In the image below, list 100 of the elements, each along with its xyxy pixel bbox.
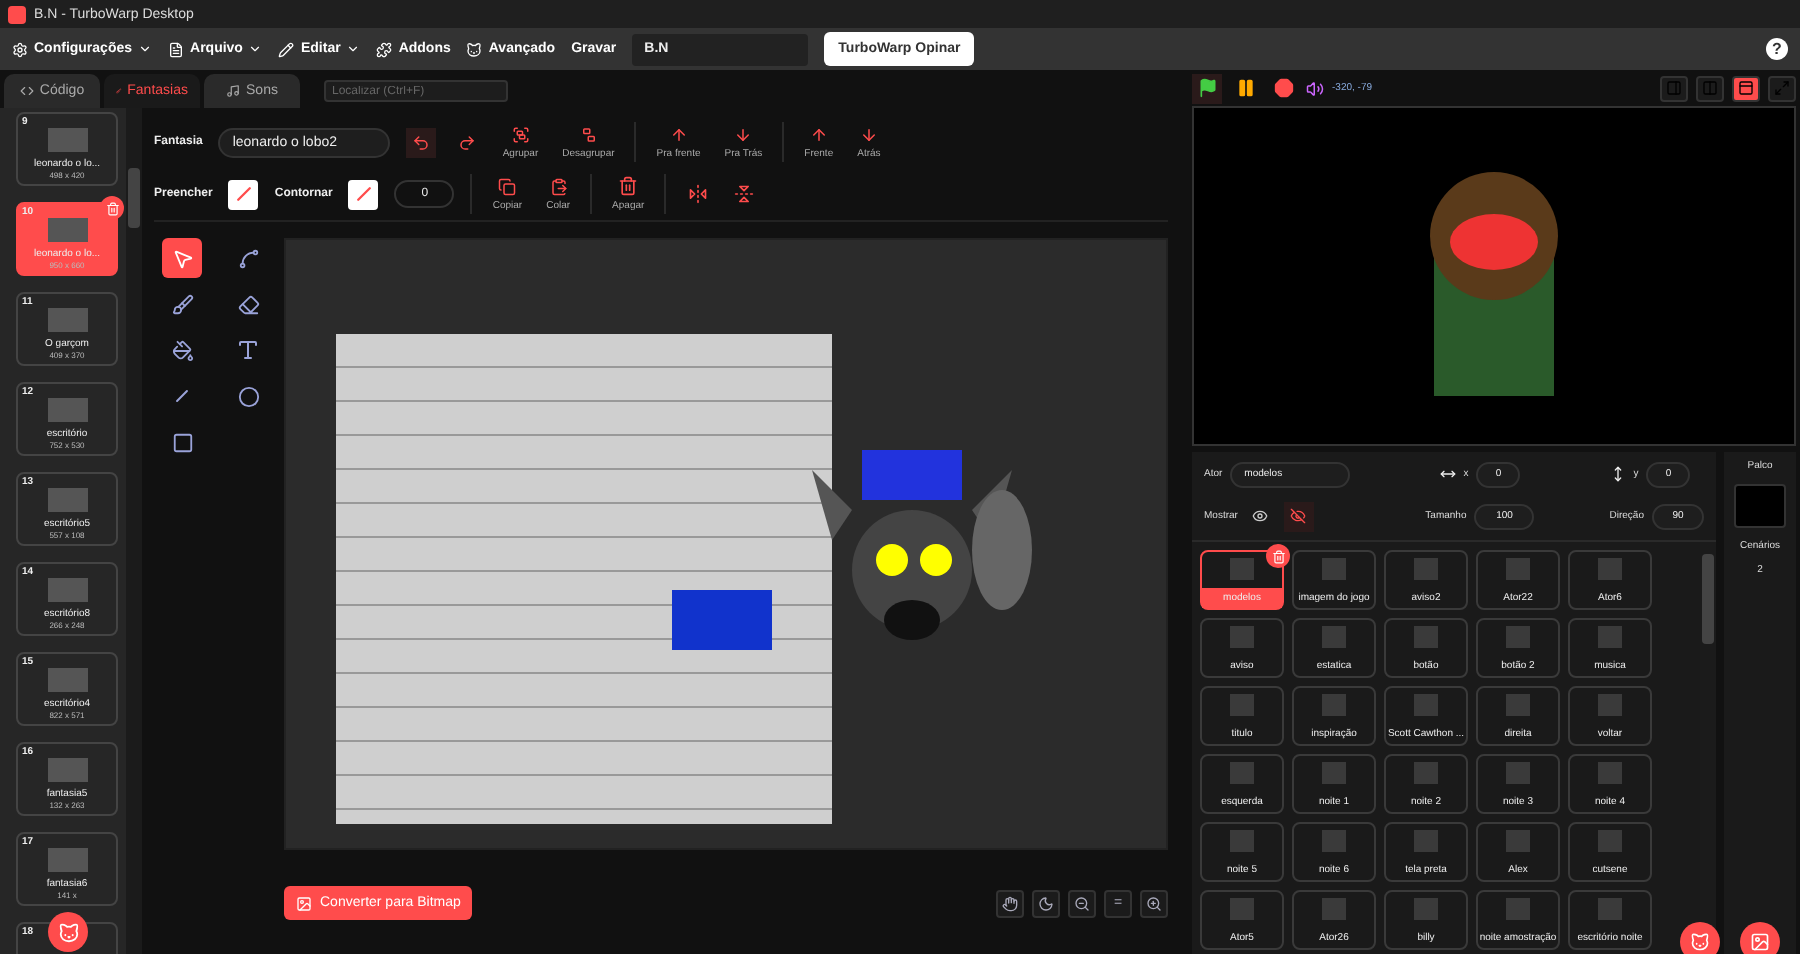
arrow-down-icon [859, 125, 878, 143]
puzzle-icon [376, 41, 393, 57]
vertical-arrow-icon [1609, 466, 1626, 482]
image-icon [296, 895, 312, 911]
arrow-up-icon [669, 125, 688, 143]
sprite-thumbnail [1230, 626, 1254, 648]
costume-thumbnail [47, 578, 87, 602]
hide-button[interactable] [1283, 501, 1314, 531]
arrow-pointer-icon [171, 247, 193, 269]
horizontal-arrow-icon [1439, 466, 1456, 482]
brush-icon [171, 293, 193, 315]
caret-icon [248, 42, 263, 56]
sprite-thumbnail [1414, 762, 1438, 784]
cat-icon [466, 41, 483, 57]
stage-layout-button[interactable] [1732, 75, 1760, 101]
speaker-icon[interactable] [1306, 79, 1324, 97]
sprite-thumbnail [1322, 626, 1346, 648]
arrow-up-icon [809, 125, 828, 143]
caret-icon [346, 42, 361, 56]
sprite-thumbnail [1414, 830, 1438, 852]
costume-thumbnail [47, 218, 87, 242]
zoom-out-button[interactable] [1068, 889, 1096, 917]
sprite-thumbnail [1322, 762, 1346, 784]
costume-thumbnail [47, 128, 87, 152]
redo-icon [458, 133, 477, 151]
small-stage-icon [1666, 80, 1682, 96]
sprite-thumbnail [1598, 898, 1622, 920]
square-icon [171, 431, 193, 453]
copy-icon [498, 177, 517, 195]
costume-thumbnail [47, 848, 87, 872]
sprite-thumbnail [1322, 830, 1346, 852]
gear-icon [12, 41, 28, 57]
reshape-icon [237, 247, 259, 269]
costume-thumbnail [47, 398, 87, 422]
sprite-thumbnail [1506, 626, 1530, 648]
sprite-thumbnail [1230, 898, 1254, 920]
fill-swatch[interactable] [228, 179, 259, 209]
delete-button[interactable] [1266, 544, 1290, 568]
sprite-thumbnail [1598, 626, 1622, 648]
trash-icon [618, 176, 639, 196]
sprite-thumbnail [1506, 898, 1530, 920]
outline-swatch[interactable] [348, 179, 379, 209]
trash-icon [105, 201, 119, 215]
caret-icon [138, 42, 153, 56]
sprite-thumbnail [1506, 694, 1530, 716]
paint-canvas[interactable] [284, 238, 1168, 850]
cat-icon [1690, 932, 1710, 952]
eye-slash-icon [1290, 508, 1307, 524]
stage-thumbnail[interactable] [1734, 484, 1786, 528]
file-icon [168, 41, 185, 57]
costume-thumbnail [47, 758, 87, 782]
tool-button[interactable] [162, 238, 202, 278]
stop-icon [1273, 78, 1293, 98]
scrollbar-thumb[interactable] [1702, 554, 1714, 644]
sprite-thumbnail [1230, 694, 1254, 716]
pause-icon [1235, 78, 1255, 98]
sprite-thumbnail [1598, 694, 1622, 716]
zoom-out-icon [1074, 895, 1090, 911]
sprite-thumbnail [1414, 694, 1438, 716]
eraser-icon [237, 293, 259, 315]
paint-bucket-icon [171, 339, 193, 361]
sprite-thumbnail [1322, 558, 1346, 580]
group-icon [511, 125, 530, 143]
costume-thumbnail [47, 668, 87, 692]
circle-icon [237, 385, 259, 407]
sprite-thumbnail [1506, 558, 1530, 580]
speaker-icon [226, 84, 241, 98]
sprite-thumbnail [1414, 898, 1438, 920]
scrollbar-thumb[interactable] [128, 168, 140, 228]
sprite-thumbnail [1322, 898, 1346, 920]
zoom-in-button[interactable] [1140, 889, 1168, 917]
run-button[interactable] [1192, 73, 1222, 103]
sprite-thumbnail [1414, 626, 1438, 648]
flag-icon [1197, 78, 1217, 98]
add-costume-button[interactable] [48, 912, 88, 952]
text-icon [236, 338, 260, 362]
brush-icon [116, 84, 122, 98]
sprite-thumbnail [1506, 762, 1530, 784]
zoom-in-icon [1146, 895, 1162, 911]
undo-button[interactable] [406, 127, 437, 157]
dark-mode-button[interactable] [1032, 889, 1060, 917]
sprite-thumbnail [1598, 830, 1622, 852]
sprite-thumbnail [1230, 830, 1254, 852]
hand-tool-button[interactable] [996, 889, 1024, 917]
arrow-down-icon [734, 125, 753, 143]
add-backdrop-button[interactable] [1740, 922, 1780, 954]
image-icon [1750, 932, 1770, 952]
delete-button[interactable] [100, 196, 124, 220]
trash-icon [1271, 549, 1285, 563]
moon-icon [1038, 895, 1054, 911]
add-sprite-button[interactable] [1680, 922, 1720, 954]
sprite-thumbnail [1598, 558, 1622, 580]
help-button[interactable]: ? [1766, 38, 1788, 60]
sprite-thumbnail [1322, 694, 1346, 716]
paste-icon [549, 177, 568, 195]
sprite-thumbnail [1230, 762, 1254, 784]
pencil-icon [278, 41, 295, 57]
sprite-thumbnail [1506, 830, 1530, 852]
undo-icon [412, 133, 431, 151]
app-icon [8, 5, 26, 23]
